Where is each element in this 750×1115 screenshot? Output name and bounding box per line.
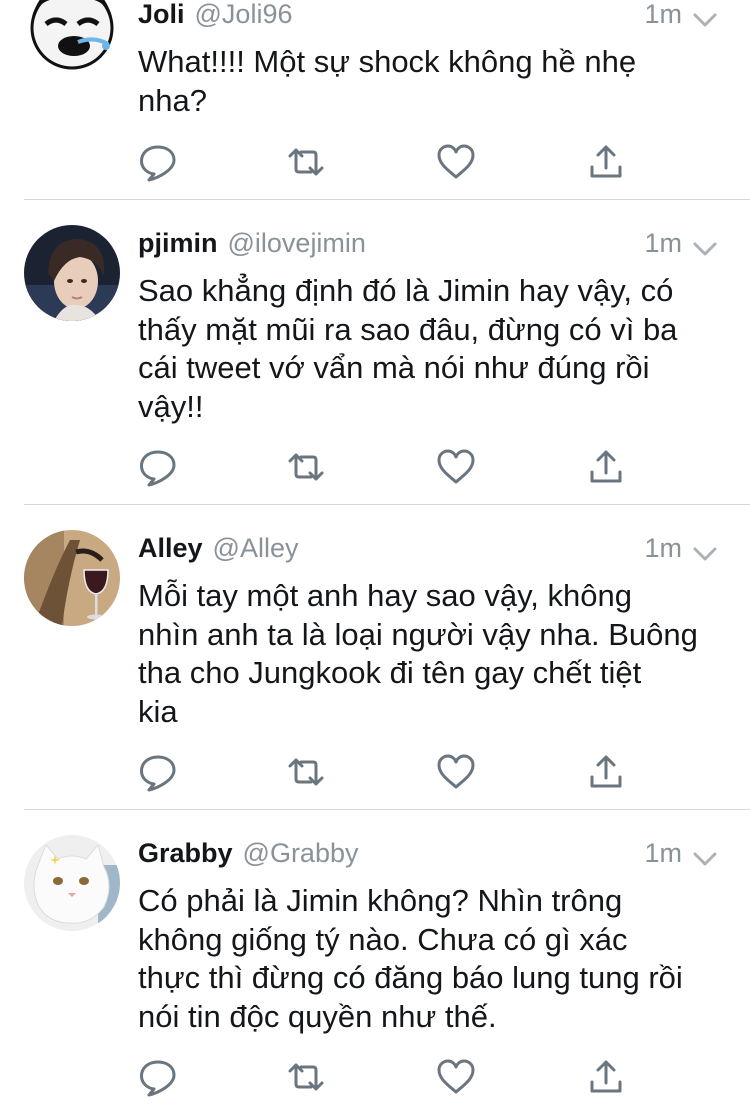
tweet-text: Mỗi tay một anh hay sao vậy, không nhìn … xyxy=(138,577,710,731)
tweet-text-line: không giống tý nào. Chưa có gì xác xyxy=(138,921,628,957)
tweet-text-line: Mỗi tay một anh hay sao vậy, không xyxy=(138,578,632,613)
display-name[interactable]: Joli xyxy=(138,0,185,31)
timestamp: 1m xyxy=(644,228,682,258)
share-icon xyxy=(590,1060,622,1093)
tweet-item[interactable]: Grabby @Grabby 1m Có phải là Jimin không… xyxy=(0,810,750,1115)
user-handle[interactable]: @Alley xyxy=(213,531,299,565)
user-handle[interactable]: @ilovejimin xyxy=(228,226,366,260)
tweet-item[interactable]: pjimin @ilovejimin 1m Sao khẳng định đó … xyxy=(0,200,750,505)
chevron-down-icon[interactable] xyxy=(692,233,718,256)
tweet-actions xyxy=(138,142,638,182)
tweet-header: Joli @Joli96 1m xyxy=(138,0,718,31)
tweet-item[interactable]: Alley @Alley 1m Mỗi tay một anh hay sao … xyxy=(0,505,750,810)
like-button[interactable] xyxy=(436,752,476,792)
heart-icon xyxy=(437,449,475,484)
tweet-text-line: thực thì đừng có đăng báo lung tung rồi xyxy=(138,960,683,995)
tweet-text: Sao khẳng định đó là Jimin hay vậy, có t… xyxy=(138,272,710,426)
retweet-button[interactable] xyxy=(286,1057,326,1097)
tweet-item[interactable]: Joli @Joli96 1m What!!!! Một sự shock kh… xyxy=(0,0,750,200)
tweet-text: Có phải là Jimin không? Nhìn trông không… xyxy=(138,882,710,1036)
reply-icon xyxy=(140,1060,176,1097)
share-button[interactable] xyxy=(586,1057,626,1097)
timestamp: 1m xyxy=(644,0,682,29)
avatar[interactable] xyxy=(24,0,120,72)
avatar[interactable] xyxy=(24,530,120,626)
white-cat-photo-avatar xyxy=(24,835,120,931)
tweet-text-line: cái tweet vớ vẩn mà nói như đúng rồi xyxy=(138,350,650,385)
avatar[interactable] xyxy=(24,225,120,321)
tweet-header: pjimin @ilovejimin 1m xyxy=(138,226,718,260)
share-icon xyxy=(590,755,622,788)
tweet-header: Grabby @Grabby 1m xyxy=(138,836,718,870)
person-photo-avatar xyxy=(24,225,120,321)
tweet-text: What!!!! Một sự shock không hề nhẹ nha? xyxy=(138,43,710,120)
tweet-text-line: nói tin độc quyền như thế. xyxy=(138,998,497,1034)
share-button[interactable] xyxy=(586,752,626,792)
display-name[interactable]: pjimin xyxy=(138,226,218,260)
tweet-actions xyxy=(138,447,638,487)
like-button[interactable] xyxy=(436,1057,476,1097)
tweet-text-line: tha cho Jungkook đi tên gay chết tiệt xyxy=(138,655,642,690)
timestamp: 1m xyxy=(644,533,682,563)
retweet-button[interactable] xyxy=(286,752,326,792)
tweet-text-line: Có phải là Jimin không? Nhìn trông xyxy=(138,883,623,918)
tweet-text-line: nhìn anh ta là loại người vậy nha. Buông xyxy=(138,616,698,652)
wine-glass-photo-avatar xyxy=(24,530,120,626)
meme-face-avatar xyxy=(24,0,120,72)
tweet-text-line: nha? xyxy=(138,82,207,118)
user-handle[interactable]: @Grabby xyxy=(243,836,359,870)
reply-button[interactable] xyxy=(138,752,178,792)
reply-button[interactable] xyxy=(138,142,178,182)
tweet-text-line: Sao khẳng định đó là Jimin hay vậy, có xyxy=(138,273,674,308)
tweet-feed: Joli @Joli96 1m What!!!! Một sự shock kh… xyxy=(0,0,750,1115)
retweet-icon xyxy=(288,758,324,786)
like-button[interactable] xyxy=(436,447,476,487)
reply-button[interactable] xyxy=(138,1057,178,1097)
heart-icon xyxy=(437,1059,475,1094)
retweet-icon xyxy=(288,453,324,481)
reply-icon xyxy=(140,145,176,182)
share-button[interactable] xyxy=(586,142,626,182)
like-button[interactable] xyxy=(436,142,476,182)
reply-icon xyxy=(140,755,176,792)
tweet-actions xyxy=(138,1057,638,1097)
retweet-icon xyxy=(288,1063,324,1091)
tweet-text-line: kia xyxy=(138,693,178,729)
heart-icon xyxy=(437,144,475,179)
retweet-button[interactable] xyxy=(286,142,326,182)
timestamp: 1m xyxy=(644,838,682,868)
tweet-text-line: thấy mặt mũi ra sao đâu, đừng có vì ba xyxy=(138,311,678,347)
retweet-icon xyxy=(288,148,324,176)
retweet-button[interactable] xyxy=(286,447,326,487)
avatar[interactable] xyxy=(24,835,120,931)
tweet-text-line: vậy!! xyxy=(138,388,204,424)
tweet-actions xyxy=(138,752,638,792)
chevron-down-icon[interactable] xyxy=(692,4,718,27)
reply-icon xyxy=(140,450,176,487)
share-icon xyxy=(590,145,622,178)
display-name[interactable]: Grabby xyxy=(138,836,233,870)
chevron-down-icon[interactable] xyxy=(692,843,718,866)
chevron-down-icon[interactable] xyxy=(692,538,718,561)
heart-icon xyxy=(437,754,475,789)
user-handle[interactable]: @Joli96 xyxy=(195,0,293,31)
share-button[interactable] xyxy=(586,447,626,487)
share-icon xyxy=(590,450,622,483)
display-name[interactable]: Alley xyxy=(138,531,203,565)
reply-button[interactable] xyxy=(138,447,178,487)
tweet-text-line: What!!!! Một sự shock không hề nhẹ xyxy=(138,44,637,79)
tweet-header: Alley @Alley 1m xyxy=(138,531,718,565)
